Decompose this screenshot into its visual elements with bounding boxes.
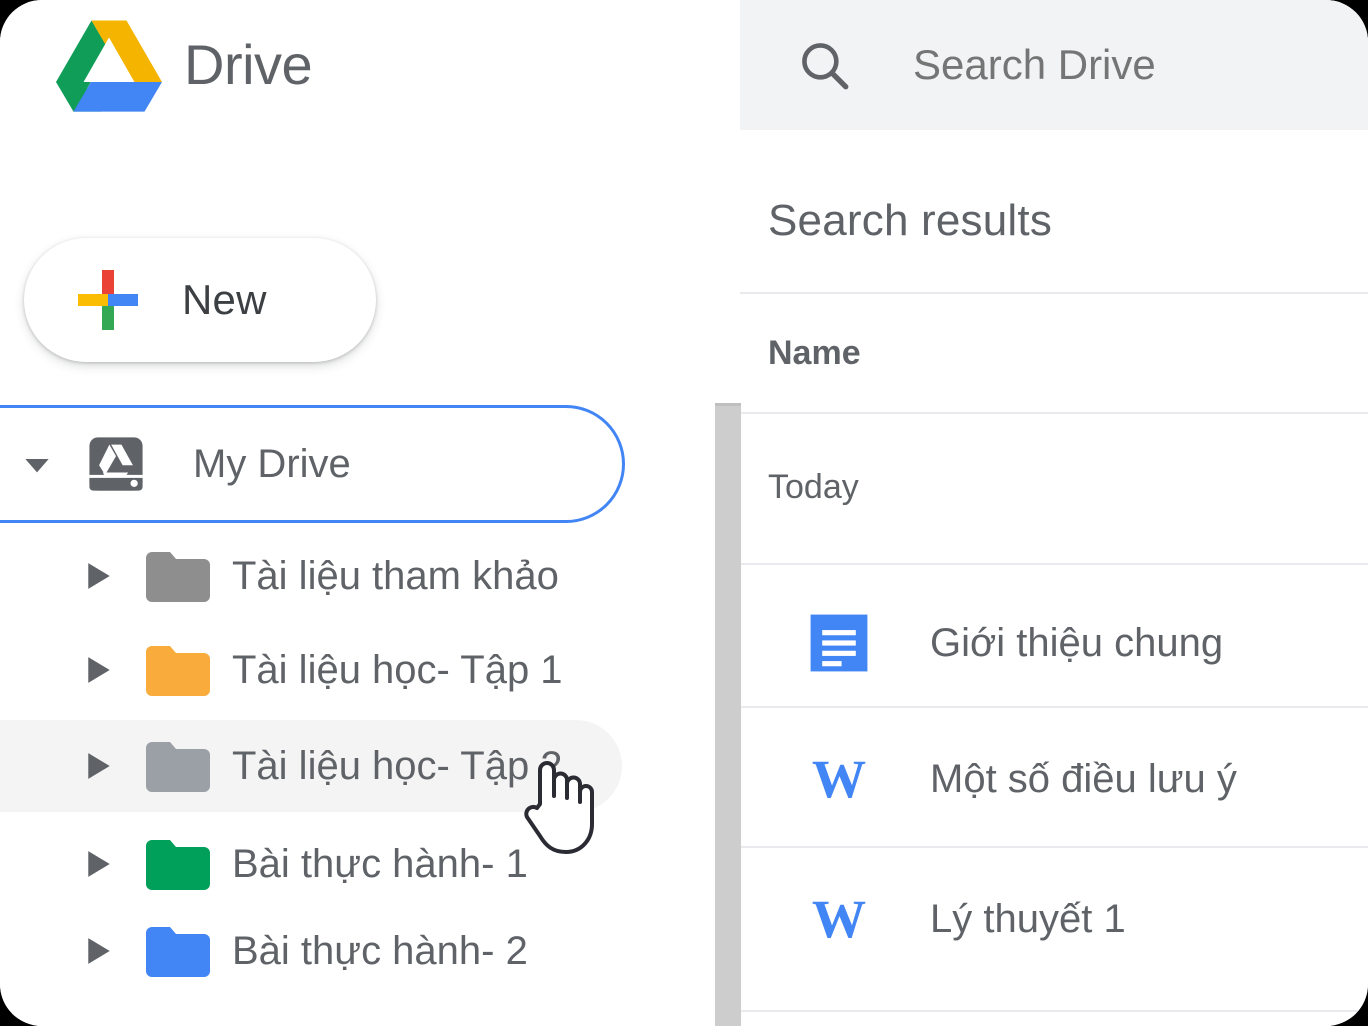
group-header-today: Today xyxy=(768,468,859,506)
sidebar-folder-tai-lieu-tham-khao[interactable]: Tài liệu tham khảo xyxy=(0,530,622,622)
search-results-panel: Search Drive Search results Name Today G… xyxy=(740,0,1368,1026)
folder-icon xyxy=(146,840,210,890)
divider xyxy=(740,846,1368,848)
new-button[interactable]: New xyxy=(24,238,376,362)
google-docs-icon xyxy=(810,614,868,672)
divider xyxy=(740,292,1368,294)
word-doc-icon: W xyxy=(812,889,866,949)
list-item-name: Lý thuyết 1 xyxy=(930,896,1126,941)
folder-icon xyxy=(146,646,210,696)
drive-window: Drive New My Drive Tài liệu tham khảo Tà… xyxy=(0,0,1368,1026)
multicolor-plus-icon xyxy=(78,270,138,330)
drive-wordmark: Drive xyxy=(184,33,313,96)
chevron-right-icon[interactable] xyxy=(86,655,112,685)
search-input[interactable]: Search Drive xyxy=(740,0,1368,130)
sidebar-folder-tai-lieu-hoc-tap-1[interactable]: Tài liệu học- Tập 1 xyxy=(0,624,622,716)
drive-hard-disk-icon xyxy=(89,437,143,491)
divider xyxy=(740,412,1368,414)
search-icon[interactable] xyxy=(795,36,853,94)
word-doc-icon: W xyxy=(812,749,866,809)
divider xyxy=(740,1010,1368,1012)
search-placeholder: Search Drive xyxy=(913,41,1156,88)
sidebar-folder-label: Tài liệu học- Tập 2 xyxy=(232,743,563,788)
list-item-name: Một số điều lưu ý xyxy=(930,756,1237,801)
chevron-right-icon[interactable] xyxy=(86,751,112,781)
list-item[interactable]: Giới thiệu chung xyxy=(740,576,1368,710)
page-title: Search results xyxy=(768,196,1053,245)
sidebar-item-my-drive-label: My Drive xyxy=(193,441,351,486)
sidebar-folder-tai-lieu-hoc-tap-2[interactable]: Tài liệu học- Tập 2 xyxy=(0,720,622,812)
google-drive-triangle-logo xyxy=(56,20,162,112)
folder-icon xyxy=(146,552,210,602)
folder-icon xyxy=(146,742,210,792)
sidebar-folder-label: Bài thực hành- 1 xyxy=(232,841,528,886)
sidebar-panel: Drive New My Drive Tài liệu tham khảo Tà… xyxy=(0,0,740,1026)
sidebar-folder-label: Tài liệu tham khảo xyxy=(232,553,559,598)
chevron-right-icon[interactable] xyxy=(86,849,112,879)
list-item[interactable]: W Lý thuyết 1 xyxy=(740,852,1368,986)
chevron-down-icon[interactable] xyxy=(17,444,57,484)
chevron-right-icon[interactable] xyxy=(86,936,112,966)
column-header-name[interactable]: Name xyxy=(768,334,861,373)
sidebar-folder-bai-thuc-hanh-1[interactable]: Bài thực hành- 1 xyxy=(0,818,622,910)
folder-icon xyxy=(146,927,210,977)
new-button-label: New xyxy=(182,276,267,323)
sidebar-folder-bai-thuc-hanh-2[interactable]: Bài thực hành- 2 xyxy=(0,905,622,997)
drive-brand: Drive xyxy=(56,18,313,112)
list-item-name: Giới thiệu chung xyxy=(930,620,1224,665)
svg-text:W: W xyxy=(812,889,866,949)
vertical-scrollbar[interactable] xyxy=(715,403,741,1026)
sidebar-item-my-drive[interactable]: My Drive xyxy=(0,405,625,523)
divider xyxy=(740,563,1368,565)
sidebar-folder-label: Tài liệu học- Tập 1 xyxy=(232,647,563,692)
divider xyxy=(740,706,1368,708)
svg-text:W: W xyxy=(812,749,866,809)
list-item[interactable]: W Một số điều lưu ý xyxy=(740,712,1368,846)
chevron-right-icon[interactable] xyxy=(86,561,112,591)
sidebar-folder-label: Bài thực hành- 2 xyxy=(232,928,528,973)
